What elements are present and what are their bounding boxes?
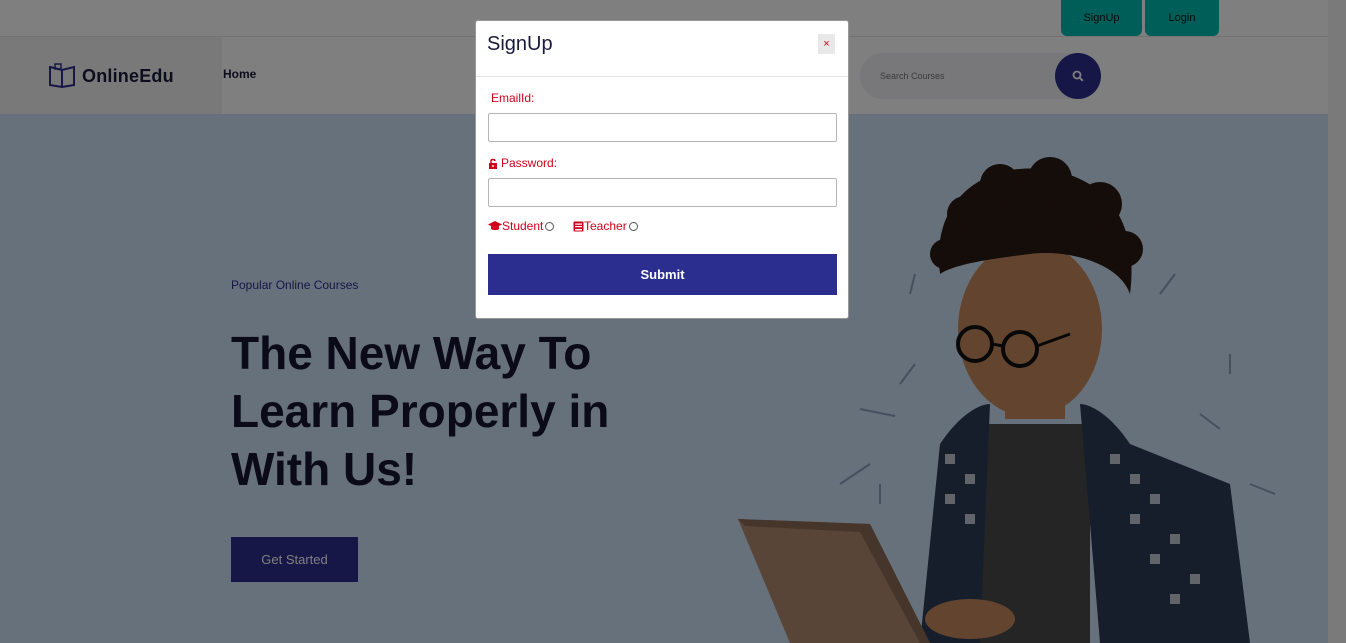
- email-field[interactable]: [488, 113, 837, 142]
- unlock-icon: [489, 158, 497, 169]
- book-icon: [573, 221, 584, 231]
- close-button[interactable]: ×: [818, 34, 835, 54]
- password-field[interactable]: [488, 178, 837, 207]
- teacher-label: Teacher: [584, 219, 627, 233]
- teacher-radio[interactable]: [628, 221, 638, 231]
- student-radio[interactable]: [545, 221, 555, 231]
- submit-button[interactable]: Submit: [488, 254, 837, 295]
- graduation-cap-icon: [488, 221, 502, 231]
- teacher-option[interactable]: Teacher: [573, 219, 638, 233]
- password-label-text: Password:: [501, 156, 558, 170]
- student-label: Student: [502, 219, 544, 233]
- student-option[interactable]: Student: [488, 219, 555, 233]
- signup-modal: SignUp × EmailId: Password: Student Teac…: [475, 20, 849, 319]
- modal-title: SignUp: [487, 33, 553, 55]
- email-label: EmailId:: [491, 91, 535, 105]
- modal-header: SignUp ×: [476, 21, 848, 77]
- password-label: Password:: [488, 156, 557, 170]
